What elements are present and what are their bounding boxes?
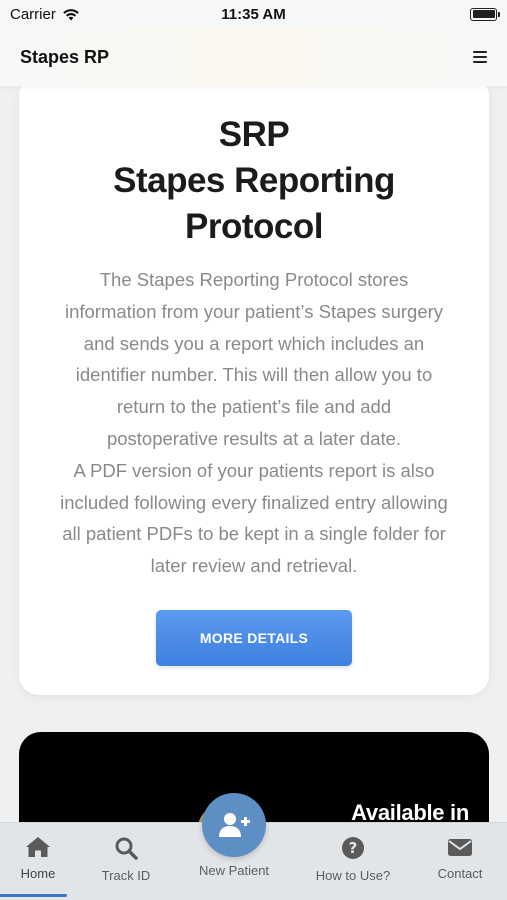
intro-card: SRP Stapes Reporting Protocol The Stapes… bbox=[19, 86, 489, 695]
tab-new-patient-label: New Patient bbox=[198, 863, 270, 878]
promo-text: Available in bbox=[351, 800, 469, 822]
question-circle-icon: ? bbox=[342, 837, 364, 859]
tab-how-to-use-label: How to Use? bbox=[315, 868, 391, 883]
carrier-label: Carrier bbox=[10, 5, 56, 23]
tab-how-to-use[interactable]: ? How to Use? bbox=[308, 823, 398, 900]
description-line: The Stapes Reporting Protocol stores bbox=[99, 269, 409, 290]
tab-home[interactable]: Home bbox=[0, 823, 83, 900]
status-left: Carrier bbox=[10, 6, 80, 23]
app-title: Stapes RP bbox=[20, 46, 110, 67]
tab-contact[interactable]: Contact bbox=[415, 823, 505, 900]
more-details-button[interactable]: MORE DETAILS bbox=[156, 610, 352, 666]
main-content[interactable]: SRP Stapes Reporting Protocol The Stapes… bbox=[0, 86, 507, 822]
active-tab-indicator bbox=[0, 894, 67, 897]
status-bar: Carrier 11:35 AM bbox=[0, 0, 507, 28]
search-icon bbox=[115, 837, 138, 860]
tab-track-id-label: Track ID bbox=[101, 868, 151, 883]
card-title-line: SRP bbox=[218, 115, 290, 154]
wifi-icon bbox=[63, 8, 79, 20]
tab-contact-label: Contact bbox=[437, 866, 483, 881]
tab-track-id[interactable]: Track ID bbox=[81, 823, 171, 900]
card-title-line: Protocol bbox=[185, 207, 323, 246]
hamburger-menu-icon[interactable] bbox=[473, 51, 487, 63]
description-line: later review and retrieval. bbox=[150, 555, 358, 577]
new-patient-button[interactable] bbox=[202, 793, 266, 857]
card-description: The Stapes Reporting Protocol stores inf… bbox=[44, 264, 464, 582]
envelope-icon bbox=[448, 839, 472, 856]
description-line: postoperative results at a later date. bbox=[106, 427, 402, 449]
tab-home-label: Home bbox=[20, 866, 56, 881]
battery-icon bbox=[470, 7, 500, 21]
description-line: identifier number. This will then allow … bbox=[75, 364, 433, 386]
description-line: return to the patient’s file and add bbox=[116, 396, 392, 418]
home-icon bbox=[26, 837, 50, 857]
svg-text:?: ? bbox=[349, 839, 358, 857]
description-line: information from your patient’s Stapes s… bbox=[64, 300, 444, 322]
add-user-icon bbox=[219, 813, 250, 837]
nav-bar: Stapes RP bbox=[0, 28, 507, 86]
description-line: all patient PDFs to be kept in a single … bbox=[62, 523, 446, 545]
description-line: and sends you a report which includes an bbox=[83, 332, 425, 354]
description-line: A PDF version of your patients report is… bbox=[73, 459, 435, 481]
description-line: included following every finalized entry… bbox=[60, 491, 448, 513]
card-title: SRP Stapes Reporting Protocol bbox=[19, 112, 489, 250]
card-title-line: Stapes Reporting bbox=[113, 161, 395, 200]
